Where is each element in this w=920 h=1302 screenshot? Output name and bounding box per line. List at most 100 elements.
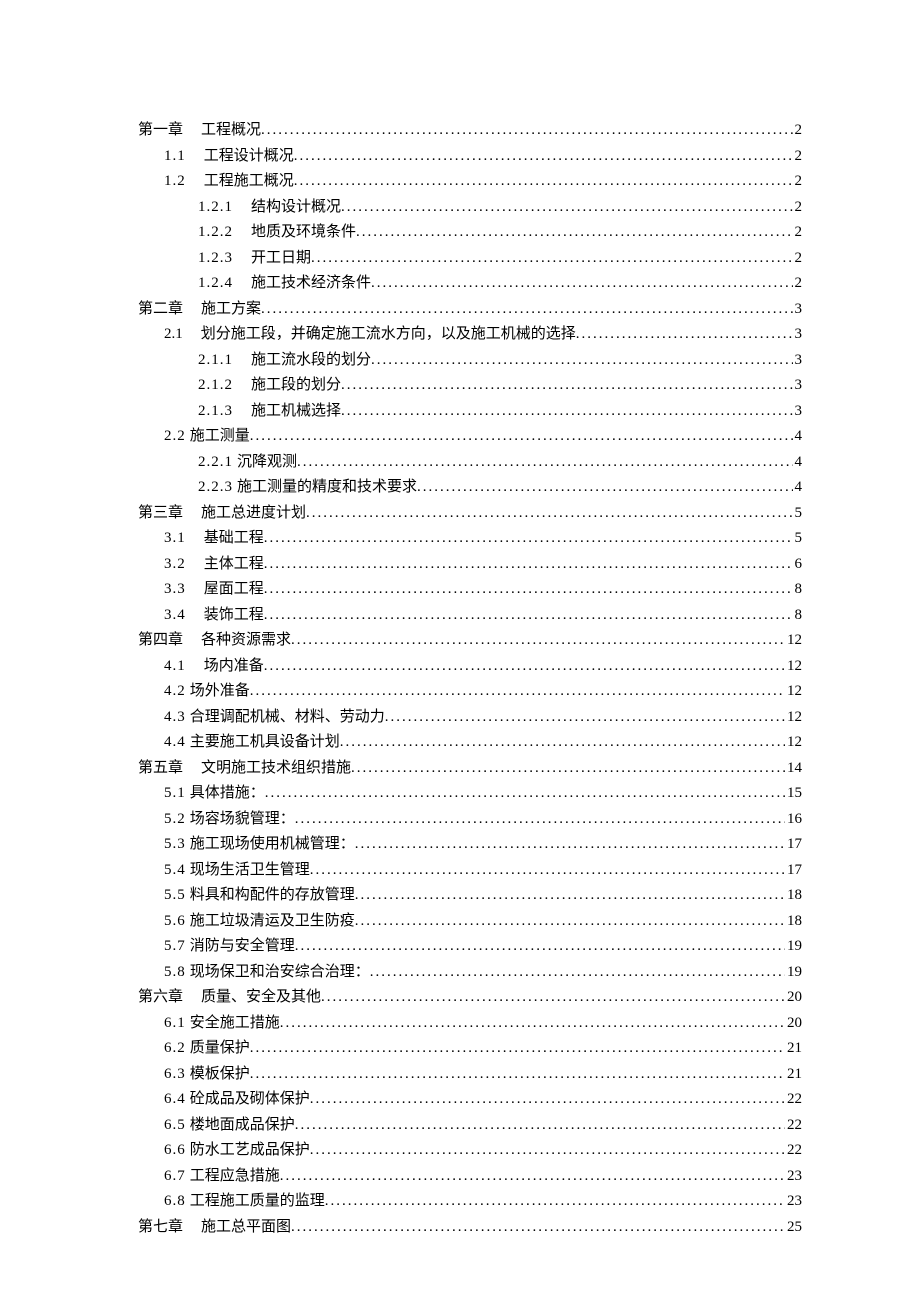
toc-entry[interactable]: 2.2.3施工测量的精度和技术要求4	[138, 475, 802, 501]
toc-leader-dots	[385, 705, 785, 731]
toc-entry-label: 5.2	[164, 807, 186, 833]
toc-leader-dots	[321, 985, 785, 1011]
toc-entry-label: 4.2	[164, 679, 186, 705]
toc-entry-label: 6.5	[164, 1113, 186, 1139]
toc-entry-title: 料具和构配件的存放管理	[190, 883, 355, 909]
toc-entry-title: 基础工程	[204, 526, 264, 552]
toc-entry[interactable]: 第三章施工总进度计划5	[138, 501, 802, 527]
toc-entry[interactable]: 1.2工程施工概况2	[138, 169, 802, 195]
toc-entry[interactable]: 5.6施工垃圾清运及卫生防疫18	[138, 909, 802, 935]
toc-leader-dots	[371, 271, 792, 297]
toc-entry-title: 工程应急措施	[190, 1164, 280, 1190]
toc-entry-page: 3	[793, 373, 803, 399]
toc-entry[interactable]: 2.2.1沉降观测4	[138, 450, 802, 476]
toc-entry-page: 12	[785, 730, 802, 756]
toc-entry-page: 21	[785, 1036, 802, 1062]
toc-leader-dots	[295, 934, 785, 960]
toc-entry[interactable]: 第一章工程概况2	[138, 118, 802, 144]
toc-entry[interactable]: 5.1具体措施：15	[138, 781, 802, 807]
toc-entry-page: 19	[785, 934, 802, 960]
toc-entry[interactable]: 1.2.3开工日期2	[138, 246, 802, 272]
toc-entry[interactable]: 1.2.1结构设计概况2	[138, 195, 802, 221]
toc-entry-label: 6.1	[164, 1011, 186, 1037]
toc-entry[interactable]: 1.2.2地质及环境条件2	[138, 220, 802, 246]
toc-entry-label: 2.1.3	[198, 399, 233, 425]
toc-entry[interactable]: 1.1工程设计概况2	[138, 144, 802, 170]
toc-entry[interactable]: 3.2主体工程6	[138, 552, 802, 578]
toc-entry[interactable]: 6.2质量保护21	[138, 1036, 802, 1062]
toc-leader-dots	[264, 603, 793, 629]
toc-entry[interactable]: 6.3模板保护21	[138, 1062, 802, 1088]
toc-leader-dots	[291, 1215, 785, 1241]
toc-entry[interactable]: 4.4主要施工机具设备计划12	[138, 730, 802, 756]
toc-entry[interactable]: 5.2场容场貌管理：16	[138, 807, 802, 833]
toc-entry-page: 22	[785, 1138, 802, 1164]
toc-entry-title: 场外准备	[190, 679, 250, 705]
toc-entry[interactable]: 1.2.4施工技术经济条件2	[138, 271, 802, 297]
toc-entry-label: 1.2.3	[198, 246, 233, 272]
toc-entry[interactable]: 第五章文明施工技术组织措施14	[138, 756, 802, 782]
toc-entry-label: 2.2	[164, 424, 186, 450]
toc-entry-page: 15	[785, 781, 802, 807]
toc-entry-page: 4	[793, 450, 803, 476]
toc-entry[interactable]: 3.1基础工程5	[138, 526, 802, 552]
toc-leader-dots	[306, 501, 792, 527]
toc-entry-title: 质量保护	[190, 1036, 250, 1062]
toc-leader-dots	[341, 399, 792, 425]
toc-entry[interactable]: 2.1划分施工段，并确定施工流水方向，以及施工机械的选择3	[138, 322, 802, 348]
toc-entry[interactable]: 5.7消防与安全管理19	[138, 934, 802, 960]
toc-leader-dots	[250, 1036, 785, 1062]
toc-entry-title: 开工日期	[251, 246, 311, 272]
toc-entry[interactable]: 第二章施工方案3	[138, 297, 802, 323]
toc-leader-dots	[297, 450, 792, 476]
toc-entry-label: 6.3	[164, 1062, 186, 1088]
toc-leader-dots	[294, 144, 793, 170]
toc-entry[interactable]: 5.8现场保卫和治安综合治理：19	[138, 960, 802, 986]
toc-entry-page: 3	[793, 322, 803, 348]
toc-leader-dots	[341, 195, 792, 221]
toc-entry[interactable]: 6.4砼成品及砌体保护22	[138, 1087, 802, 1113]
toc-entry[interactable]: 6.6防水工艺成品保护22	[138, 1138, 802, 1164]
toc-entry-page: 6	[793, 552, 803, 578]
toc-entry-label: 6.7	[164, 1164, 186, 1190]
toc-entry-label: 6.4	[164, 1087, 186, 1113]
toc-entry-label: 1.2.1	[198, 195, 233, 221]
toc-entry[interactable]: 2.2施工测量4	[138, 424, 802, 450]
toc-entry-page: 2	[793, 195, 803, 221]
toc-entry[interactable]: 6.5楼地面成品保护22	[138, 1113, 802, 1139]
toc-entry[interactable]: 6.1安全施工措施20	[138, 1011, 802, 1037]
toc-leader-dots	[261, 118, 792, 144]
toc-entry-label: 1.2.2	[198, 220, 233, 246]
toc-entry[interactable]: 6.8工程施工质量的监理23	[138, 1189, 802, 1215]
toc-entry[interactable]: 5.5料具和构配件的存放管理18	[138, 883, 802, 909]
toc-entry[interactable]: 3.3屋面工程8	[138, 577, 802, 603]
toc-entry[interactable]: 2.1.1施工流水段的划分3	[138, 348, 802, 374]
toc-entry[interactable]: 6.7工程应急措施23	[138, 1164, 802, 1190]
toc-entry[interactable]: 5.4现场生活卫生管理17	[138, 858, 802, 884]
toc-entry-title: 施工方案	[201, 297, 261, 323]
toc-entry-title: 各种资源需求	[201, 628, 291, 654]
toc-entry[interactable]: 2.1.3施工机械选择3	[138, 399, 802, 425]
toc-entry[interactable]: 第六章质量、安全及其他20	[138, 985, 802, 1011]
toc-entry-title: 楼地面成品保护	[190, 1113, 295, 1139]
toc-entry-title: 防水工艺成品保护	[190, 1138, 310, 1164]
toc-entry[interactable]: 5.3施工现场使用机械管理：17	[138, 832, 802, 858]
toc-entry-label: 5.6	[164, 909, 186, 935]
toc-entry-title: 地质及环境条件	[251, 220, 356, 246]
toc-entry-page: 2	[793, 271, 803, 297]
toc-entry-label: 5.4	[164, 858, 186, 884]
toc-entry[interactable]: 4.2场外准备12	[138, 679, 802, 705]
toc-entry-title: 工程概况	[201, 118, 261, 144]
toc-entry-title: 工程施工质量的监理	[190, 1189, 325, 1215]
toc-entry[interactable]: 4.1场内准备12	[138, 654, 802, 680]
toc-entry[interactable]: 第四章各种资源需求12	[138, 628, 802, 654]
toc-leader-dots	[250, 1062, 785, 1088]
toc-entry-label: 第二章	[138, 297, 183, 323]
toc-entry-label: 4.1	[164, 654, 186, 680]
toc-entry[interactable]: 3.4装饰工程8	[138, 603, 802, 629]
toc-entry[interactable]: 第七章施工总平面图25	[138, 1215, 802, 1241]
toc-entry[interactable]: 2.1.2施工段的划分3	[138, 373, 802, 399]
toc-entry-page: 20	[785, 1011, 802, 1037]
toc-entry-page: 23	[785, 1189, 802, 1215]
toc-entry[interactable]: 4.3合理调配机械、材料、劳动力12	[138, 705, 802, 731]
